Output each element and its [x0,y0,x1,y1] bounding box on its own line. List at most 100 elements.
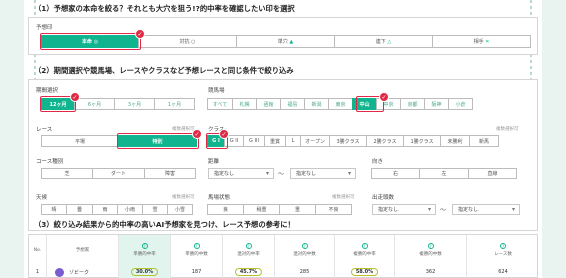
row-no: 1 [29,265,47,278]
class-1win[interactable]: 1勝クラス [403,135,441,147]
track-bad[interactable]: 不良 [315,204,352,215]
class-maiden[interactable]: 未勝利 [440,135,470,147]
period-3m[interactable]: 3ヶ月 [114,98,155,110]
distance-from-select[interactable]: 指定なし [208,168,274,179]
weather-cloudy[interactable]: 曇 [66,204,93,215]
track-slightly-heavy[interactable]: 稍重 [243,204,280,215]
race-label: レース [36,127,53,133]
course-kyoto[interactable]: 京都 [400,98,425,110]
direction-selector: 右 左 直線 [371,168,520,179]
row-quinella-rate: 45.7% [223,265,275,278]
col-forecaster: 予想家 [47,235,119,265]
class-listed[interactable]: L [285,135,301,147]
course-tokyo[interactable]: 東京 [328,98,353,110]
class-g3[interactable]: G III [243,135,265,147]
help-icon[interactable]: ? [301,243,308,249]
cross-icon: ✕ [485,38,490,45]
col-win-rate[interactable]: ? 単勝的中率 [119,235,171,265]
row-place-count: 362 [395,265,467,278]
track-selector: 良 稍重 重 不良 [207,204,356,215]
check-icon: ✓ [192,129,202,139]
runners-tilde: 〜 [440,207,447,214]
distance-to-select[interactable]: 指定なし [290,168,356,179]
filled-triangle-icon: ▲ [289,38,294,45]
help-icon[interactable]: ? [427,243,434,249]
race-highlight [117,133,199,149]
course-sapporo[interactable]: 札幌 [232,98,257,110]
row-place-rate: 58.0% [335,265,395,278]
course-hakodate[interactable]: 函館 [256,98,281,110]
help-icon[interactable]: ? [500,243,506,249]
weather-sunny[interactable]: 晴 [41,204,67,215]
surface-dirt[interactable]: ダート [92,168,145,179]
weather-rain[interactable]: 雨 [92,204,118,215]
section1-title: （1）予想家の本命を絞る？それとも大穴を狙う!?的中率を確認したい印を選択 [34,4,295,13]
class-newcomer[interactable]: 新馬 [469,135,499,147]
row-win-rate: 30.0% [119,265,171,278]
help-icon[interactable]: ? [361,243,368,249]
class-2win[interactable]: 2勝クラス [366,135,404,147]
col-win-count[interactable]: ? 単勝的中数 [171,235,223,265]
direction-label: 向き [372,159,384,165]
row-forecaster[interactable]: ゾビーク [47,265,119,278]
mark-option-renka[interactable]: 連下 △ [334,35,433,48]
period-1m[interactable]: 1ヶ月 [154,98,195,110]
class-note: 複数選択可 [496,127,519,132]
runners-from-select[interactable]: 指定なし [372,204,436,215]
check-icon: ✓ [219,129,229,139]
section3-title: （3）絞り込み結果から的中率の高いAI予想家を見つけ、レース予想の参考に！ [34,220,295,229]
track-note: 複数選択可 [332,195,355,200]
course-hanshin[interactable]: 阪神 [424,98,449,110]
course-all[interactable]: すべて [207,98,233,110]
selection-highlight [40,33,141,50]
col-quinella-count[interactable]: ? 連対的中数 [275,235,335,265]
distance-tilde: 〜 [278,171,285,178]
section2-title: （2）期間選択や競馬場、レースやクラスなど予想レースと同じ条件で絞り込み [34,66,294,75]
runners-to-select[interactable]: 指定なし [452,204,520,215]
check-icon: ✓ [70,92,80,102]
class-3win[interactable]: 3勝クラス [329,135,367,147]
period-label: 期間選択 [36,88,59,94]
race-note: 複数選択可 [172,127,195,132]
help-icon[interactable]: ? [193,243,200,249]
check-icon: ✓ [135,29,145,39]
surface-label: コース種別 [36,159,64,165]
track-heavy[interactable]: 重 [279,204,316,215]
help-icon[interactable]: ? [141,243,148,249]
period-6m[interactable]: 6ヶ月 [74,98,115,110]
direction-left[interactable]: 左 [419,168,469,179]
help-icon[interactable]: ? [245,243,252,249]
row-races: 624 [498,269,508,275]
avatar [55,267,64,277]
direction-right[interactable]: 右 [371,168,420,179]
results-table: No. 予想家 ? 単勝的中率 ? 単勝的中数 ? 連対的中率 ? 連対的中数 ? 複勝的… [28,234,538,278]
triangle-icon: △ [387,38,392,45]
col-races[interactable]: ? レース数 [467,235,539,265]
weather-light-snow[interactable]: 小雪 [167,204,193,215]
weather-selector: 晴 曇 雨 小雨 雪 小雪 [41,204,199,215]
mark-option-aite[interactable]: 相手 ✕ [432,35,531,48]
weather-snow[interactable]: 雪 [142,204,168,215]
race-flat[interactable]: 平場 [41,135,119,147]
surface-selector: 芝 ダート 障害 [41,168,199,179]
course-kokura[interactable]: 小倉 [448,98,473,110]
track-label: 馬場状態 [208,195,231,201]
class-graded[interactable]: 重賞 [264,135,286,147]
col-place-rate[interactable]: ? 複勝的中率 [335,235,395,265]
mark-option-tanana[interactable]: 単穴 ▲ [236,35,335,48]
col-no: No. [29,235,47,265]
surface-turf[interactable]: 芝 [41,168,93,179]
weather-light-rain[interactable]: 小雨 [117,204,143,215]
surface-jump[interactable]: 障害 [144,168,196,179]
col-quinella-rate[interactable]: ? 連対的中率 [223,235,275,265]
row-quinella-count: 285 [275,265,335,278]
course-fukushima[interactable]: 福島 [280,98,305,110]
mark-option-taikou[interactable]: 対抗 ○ [138,35,237,48]
class-open[interactable]: オープン [300,135,330,147]
track-good[interactable]: 良 [207,204,244,215]
course-niigata[interactable]: 新潟 [304,98,329,110]
distance-label: 距離 [208,159,220,165]
col-place-count[interactable]: ? 複勝的中数 [395,235,467,265]
direction-straight[interactable]: 直線 [468,168,517,179]
course-label: 競馬場 [208,88,225,94]
